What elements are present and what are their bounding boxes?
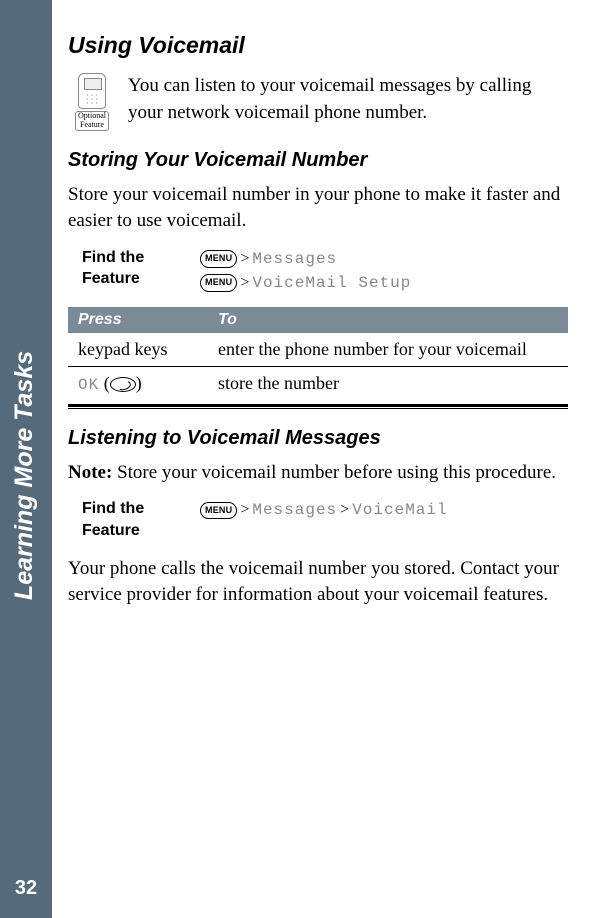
table-end-rule [68,404,568,409]
store-paragraph: Store your voicemail number in your phon… [68,182,568,235]
table-header-row: Press To [68,307,568,333]
cell-to-2: store the number [208,366,568,400]
ok-softkey-text: OK [78,376,99,394]
col-header-to: To [208,307,568,333]
cell-press-2: OK () [68,366,208,400]
menu-button-icon: MENU [200,502,237,520]
find-feature-block-1: Find the Feature MENU>Messages MENU>Voic… [82,247,568,295]
optional-feature-label: Optional Feature [75,111,109,131]
sidebar-title: Learning More Tasks [10,351,39,600]
intro-paragraph: You can listen to your voicemail message… [128,73,568,126]
find-feature-label: Find the Feature [82,247,182,295]
cell-to-1: enter the phone number for your voicemai… [208,333,568,367]
heading-storing-number: Storing Your Voicemail Number [68,149,568,172]
path-voicemail: VoiceMail [352,501,447,519]
menu-button-icon: MENU [200,250,237,268]
col-header-press: Press [68,307,208,333]
find-feature-path-1: MENU>Messages MENU>VoiceMail Setup [200,247,411,295]
heading-listening: Listening to Voicemail Messages [68,427,568,450]
note-paragraph: Note: Store your voicemail number before… [68,460,568,487]
optional-feature-icon: Optional Feature [68,73,116,131]
optional-label-line1: Optional [78,111,106,120]
table-row: keypad keys enter the phone number for y… [68,333,568,367]
path-messages: Messages [252,250,337,268]
chevron-right-icon: > [340,501,349,518]
menu-button-icon: MENU [200,274,237,292]
softkey-icon [110,377,136,392]
table-row: OK () store the number [68,366,568,400]
chevron-right-icon: > [240,501,249,518]
page-number: 32 [0,877,52,900]
phone-icon [78,73,106,109]
paren-open: ( [104,373,110,393]
find-feature-block-2: Find the Feature MENU>Messages>VoiceMail [82,498,568,541]
press-to-table: Press To keypad keys enter the phone num… [68,307,568,400]
sidebar: Learning More Tasks 32 [0,0,52,918]
intro-row: Optional Feature You can listen to your … [68,73,568,131]
optional-label-line2: Feature [80,120,104,129]
cell-press-1: keypad keys [68,333,208,367]
chevron-right-icon: > [240,250,249,267]
chevron-right-icon: > [240,274,249,291]
find-feature-path-2: MENU>Messages>VoiceMail [200,498,448,541]
path-voicemail-setup: VoiceMail Setup [252,274,411,292]
path-messages: Messages [252,501,337,519]
heading-using-voicemail: Using Voicemail [68,32,568,59]
find-feature-label: Find the Feature [82,498,182,541]
closing-paragraph: Your phone calls the voicemail number yo… [68,556,568,609]
note-label: Note: [68,462,112,483]
page-content: Using Voicemail Optional Feature You can… [68,32,568,619]
paren-close: ) [136,373,142,393]
note-text: Store your voicemail number before using… [112,462,556,483]
